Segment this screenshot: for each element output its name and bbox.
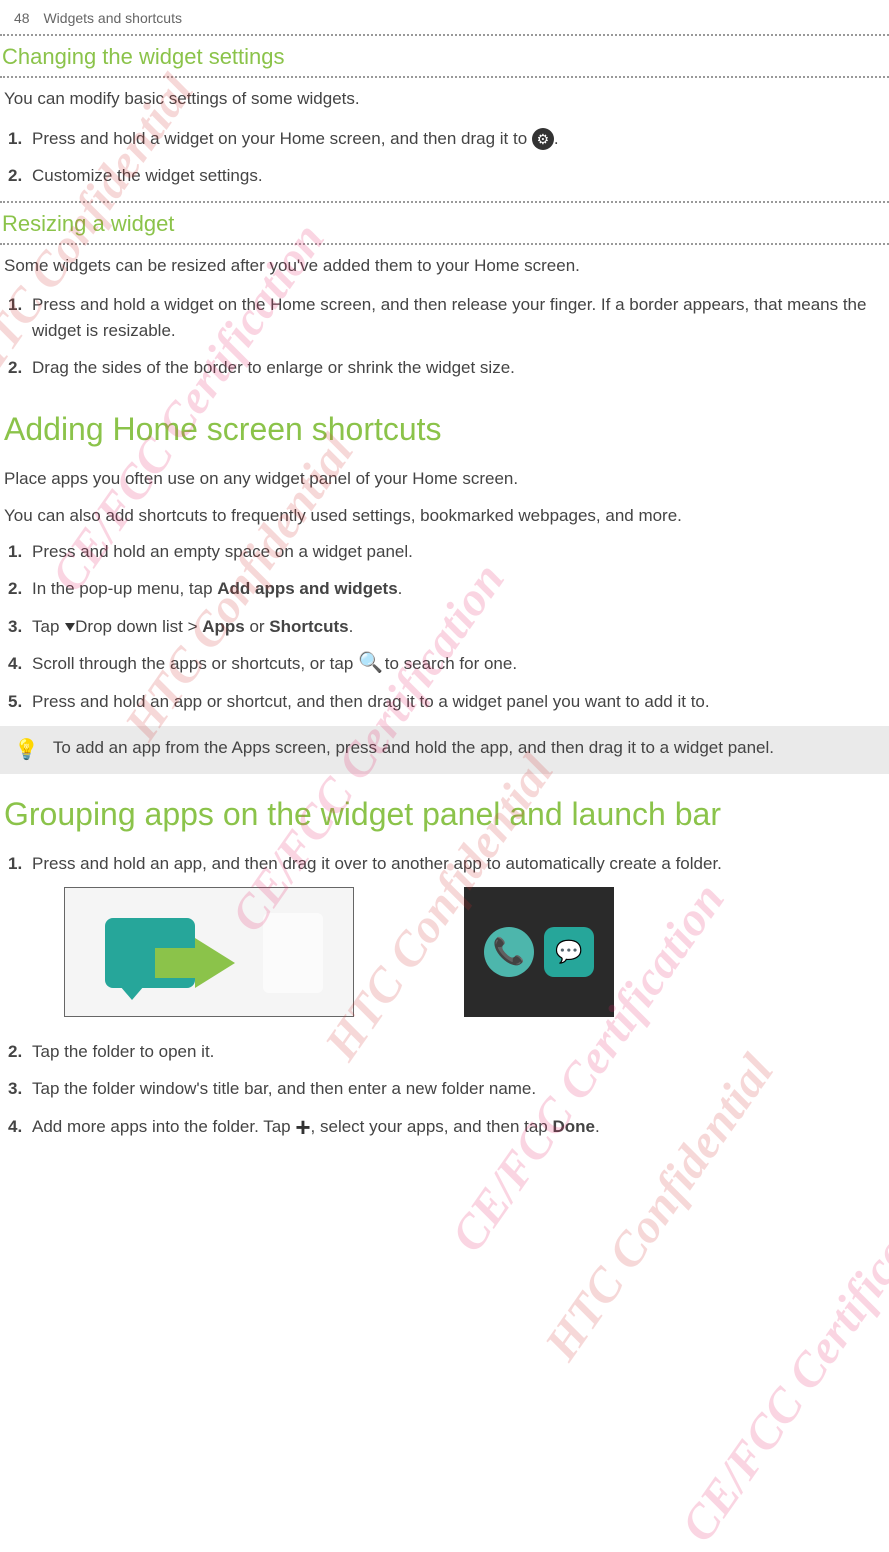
list-item: 4. Add more apps into the folder. Tap +,… bbox=[32, 1114, 885, 1141]
list-item: 1. Press and hold an empty space on a wi… bbox=[32, 539, 885, 565]
list-item: 1. Press and hold a widget on your Home … bbox=[32, 126, 885, 152]
bold-text: Done bbox=[552, 1117, 595, 1136]
step-text: . bbox=[398, 579, 403, 598]
list-item: 2. Drag the sides of the border to enlar… bbox=[32, 355, 885, 381]
step-text: . bbox=[349, 617, 354, 636]
bold-text: Apps bbox=[202, 617, 245, 636]
illustration-row: 📞 💬 bbox=[32, 877, 885, 1027]
step-number: 3. bbox=[8, 1076, 22, 1102]
step-number: 4. bbox=[8, 1114, 22, 1140]
tip-box: 💡 To add an app from the Apps screen, pr… bbox=[0, 726, 889, 774]
step-text: Customize the widget settings. bbox=[32, 166, 263, 185]
intro-resizing: Some widgets can be resized after you've… bbox=[0, 247, 889, 287]
step-text: In the pop-up menu, tap bbox=[32, 579, 217, 598]
step-number: 3. bbox=[8, 614, 22, 640]
settings-icon: ⚙ bbox=[532, 128, 554, 150]
step-number: 2. bbox=[8, 576, 22, 602]
bold-text: Add apps and widgets bbox=[217, 579, 397, 598]
list-item: 1. Press and hold an app, and then drag … bbox=[32, 851, 885, 1027]
step-text: Tap the folder to open it. bbox=[32, 1042, 214, 1061]
watermark-cefcc: CE/FCC Certification bbox=[670, 1163, 889, 1552]
page-header: 48 Widgets and shortcuts bbox=[0, 0, 889, 32]
steps-adding: 1. Press and hold an empty space on a wi… bbox=[0, 533, 889, 715]
message-icon: 💬 bbox=[544, 927, 594, 977]
steps-resizing: 1. Press and hold a widget on the Home s… bbox=[0, 286, 889, 381]
header-section: Widgets and shortcuts bbox=[43, 10, 182, 26]
lightbulb-icon: 💡 bbox=[14, 736, 39, 764]
list-item: 3. Tap Drop down list > Apps or Shortcut… bbox=[32, 614, 885, 640]
step-text: Press and hold a widget on your Home scr… bbox=[32, 129, 532, 148]
step-text: Drop down list > bbox=[75, 617, 202, 636]
drag-illustration bbox=[64, 887, 354, 1017]
heading-grouping: Grouping apps on the widget panel and la… bbox=[0, 778, 889, 845]
step-number: 5. bbox=[8, 689, 22, 715]
steps-grouping: 1. Press and hold an app, and then drag … bbox=[0, 845, 889, 1140]
list-item: 5. Press and hold an app or shortcut, an… bbox=[32, 689, 885, 715]
divider bbox=[0, 34, 889, 36]
step-number: 2. bbox=[8, 1039, 22, 1065]
step-text: . bbox=[554, 129, 559, 148]
page-number: 48 bbox=[14, 10, 30, 26]
heading-resizing: Resizing a widget bbox=[0, 205, 889, 241]
divider bbox=[0, 76, 889, 78]
heading-change-settings: Changing the widget settings bbox=[0, 38, 889, 74]
step-number: 1. bbox=[8, 292, 22, 318]
step-text: Press and hold a widget on the Home scre… bbox=[32, 295, 866, 340]
tip-text: To add an app from the Apps screen, pres… bbox=[53, 736, 774, 760]
intro-adding-2: You can also add shortcuts to frequently… bbox=[0, 499, 889, 533]
step-number: 1. bbox=[8, 539, 22, 565]
step-text: Drag the sides of the border to enlarge … bbox=[32, 358, 515, 377]
list-item: 4. Scroll through the apps or shortcuts,… bbox=[32, 651, 885, 677]
folder-result-illustration: 📞 💬 bbox=[464, 887, 614, 1017]
step-text: . bbox=[595, 1117, 600, 1136]
step-number: 1. bbox=[8, 851, 22, 877]
list-item: 1. Press and hold a widget on the Home s… bbox=[32, 292, 885, 343]
step-text: Add more apps into the folder. Tap bbox=[32, 1117, 295, 1136]
step-text: Press and hold an empty space on a widge… bbox=[32, 542, 413, 561]
intro-change-settings: You can modify basic settings of some wi… bbox=[0, 80, 889, 120]
step-number: 2. bbox=[8, 355, 22, 381]
step-text: or bbox=[245, 617, 270, 636]
divider bbox=[0, 201, 889, 203]
step-text: Scroll through the apps or shortcuts, or… bbox=[32, 654, 358, 673]
step-number: 4. bbox=[8, 651, 22, 677]
step-text: to search for one. bbox=[380, 654, 517, 673]
list-item: 2. In the pop-up menu, tap Add apps and … bbox=[32, 576, 885, 602]
step-text: Press and hold an app or shortcut, and t… bbox=[32, 692, 710, 711]
step-text: Tap the folder window's title bar, and t… bbox=[32, 1079, 536, 1098]
heading-adding-shortcuts: Adding Home screen shortcuts bbox=[0, 393, 889, 460]
step-number: 2. bbox=[8, 163, 22, 189]
step-text: Press and hold an app, and then drag it … bbox=[32, 854, 722, 873]
list-item: 3. Tap the folder window's title bar, an… bbox=[32, 1076, 885, 1102]
list-item: 2. Customize the widget settings. bbox=[32, 163, 885, 189]
divider bbox=[0, 243, 889, 245]
phone-icon: 📞 bbox=[484, 927, 534, 977]
intro-adding-1: Place apps you often use on any widget p… bbox=[0, 460, 889, 500]
step-text: , select your apps, and then tap bbox=[311, 1117, 553, 1136]
search-icon: 🔍 bbox=[358, 654, 380, 676]
step-text: Tap bbox=[32, 617, 64, 636]
plus-icon: + bbox=[295, 1114, 310, 1140]
bold-text: Shortcuts bbox=[269, 617, 348, 636]
step-number: 1. bbox=[8, 126, 22, 152]
steps-change-settings: 1. Press and hold a widget on your Home … bbox=[0, 120, 889, 189]
list-item: 2. Tap the folder to open it. bbox=[32, 1039, 885, 1065]
caret-down-icon bbox=[65, 623, 75, 631]
